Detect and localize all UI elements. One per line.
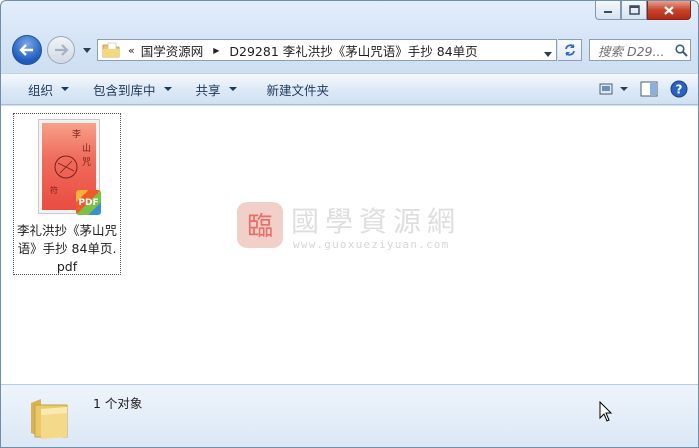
chevron-down-icon bbox=[83, 47, 91, 53]
watermark-logo: 臨 國學資源網 www.guoxueziyuan.com bbox=[237, 200, 467, 256]
search-input[interactable]: 搜索 D29... bbox=[590, 41, 672, 60]
svg-text:李: 李 bbox=[72, 128, 81, 140]
folder-icon bbox=[102, 42, 120, 58]
help-button[interactable]: ? bbox=[666, 78, 692, 100]
include-in-library-menu[interactable]: 包含到库中 bbox=[84, 77, 181, 101]
caption-buttons bbox=[595, 1, 691, 20]
close-icon bbox=[664, 5, 674, 15]
share-label: 共享 bbox=[195, 82, 221, 98]
views-icon bbox=[599, 83, 628, 95]
folder-icon bbox=[31, 399, 68, 439]
recent-pages-dropdown[interactable] bbox=[82, 45, 92, 55]
watermark-url: www.guoxueziyuan.com bbox=[293, 238, 450, 251]
svg-text:符: 符 bbox=[50, 185, 58, 195]
new-folder-button[interactable]: 新建文件夹 bbox=[258, 77, 339, 101]
chevron-down-icon bbox=[228, 87, 237, 91]
minimize-icon bbox=[604, 11, 612, 13]
forward-button[interactable] bbox=[47, 36, 75, 64]
command-bar: 组织 包含到库中 共享 新建文件夹 ? bbox=[1, 73, 698, 105]
breadcrumb-root[interactable]: 国学资源网 bbox=[141, 41, 204, 60]
share-menu[interactable]: 共享 bbox=[187, 77, 246, 101]
refresh-button[interactable] bbox=[558, 39, 582, 61]
organize-label: 组织 bbox=[28, 82, 54, 98]
back-arrow-icon bbox=[19, 44, 33, 56]
file-list-pane[interactable]: 李 山 咒 符 PDF 李礼洪抄《茅山咒语》手抄 84单页.pdf 臨 國學資源… bbox=[1, 106, 698, 384]
preview-pane-icon bbox=[640, 81, 658, 97]
new-folder-label: 新建文件夹 bbox=[266, 82, 330, 98]
address-overflow[interactable]: « bbox=[128, 44, 135, 57]
maximize-button[interactable] bbox=[621, 1, 647, 20]
include-in-library-label: 包含到库中 bbox=[93, 82, 156, 98]
search-icon[interactable] bbox=[672, 43, 690, 57]
breadcrumb-arrow-icon[interactable]: ▶ bbox=[213, 46, 219, 55]
back-button[interactable] bbox=[12, 35, 42, 65]
breadcrumb-current[interactable]: D29281 李礼洪抄《茅山咒语》手抄 84单页 bbox=[229, 41, 477, 60]
address-dropdown[interactable] bbox=[544, 46, 552, 60]
seal-icon: 臨 bbox=[237, 202, 283, 248]
svg-text:山: 山 bbox=[82, 143, 91, 154]
forward-arrow-icon bbox=[55, 44, 69, 56]
pdf-badge-label: PDF bbox=[78, 197, 99, 208]
mouse-cursor-icon bbox=[599, 401, 613, 422]
svg-text:臨: 臨 bbox=[247, 212, 273, 242]
change-view-button[interactable] bbox=[596, 78, 632, 100]
navigation-row: « 国学资源网 ▶ D29281 李礼洪抄《茅山咒语》手抄 84单页 搜索 D2… bbox=[1, 31, 698, 71]
help-icon: ? bbox=[670, 80, 688, 98]
address-bar[interactable]: « 国学资源网 ▶ D29281 李礼洪抄《茅山咒语》手抄 84单页 bbox=[97, 39, 557, 61]
close-button[interactable] bbox=[647, 1, 691, 20]
item-count: 1 个对象 bbox=[93, 396, 143, 411]
chevron-down-icon bbox=[163, 87, 172, 91]
file-item[interactable]: 李 山 咒 符 PDF 李礼洪抄《茅山咒语》手抄 84单页.pdf bbox=[13, 113, 121, 275]
view-controls: ? bbox=[596, 78, 692, 100]
organize-menu[interactable]: 组织 bbox=[19, 77, 78, 101]
preview-pane-button[interactable] bbox=[636, 78, 662, 100]
details-pane: 1 个对象 bbox=[1, 384, 698, 447]
chevron-down-icon bbox=[61, 87, 70, 91]
svg-text:咒: 咒 bbox=[82, 157, 91, 168]
search-box[interactable]: 搜索 D29... bbox=[589, 39, 691, 61]
pdf-file-icon: PDF bbox=[76, 190, 101, 215]
watermark-title: 國學資源網 bbox=[291, 205, 462, 238]
maximize-icon bbox=[628, 5, 640, 15]
svg-text:?: ? bbox=[676, 83, 683, 97]
explorer-window: « 国学资源网 ▶ D29281 李礼洪抄《茅山咒语》手抄 84单页 搜索 D2… bbox=[0, 0, 699, 448]
minimize-button[interactable] bbox=[595, 1, 621, 20]
refresh-icon bbox=[564, 44, 575, 56]
file-name[interactable]: 李礼洪抄《茅山咒语》手抄 84单页.pdf bbox=[14, 222, 120, 276]
chevron-down-icon bbox=[544, 52, 552, 57]
